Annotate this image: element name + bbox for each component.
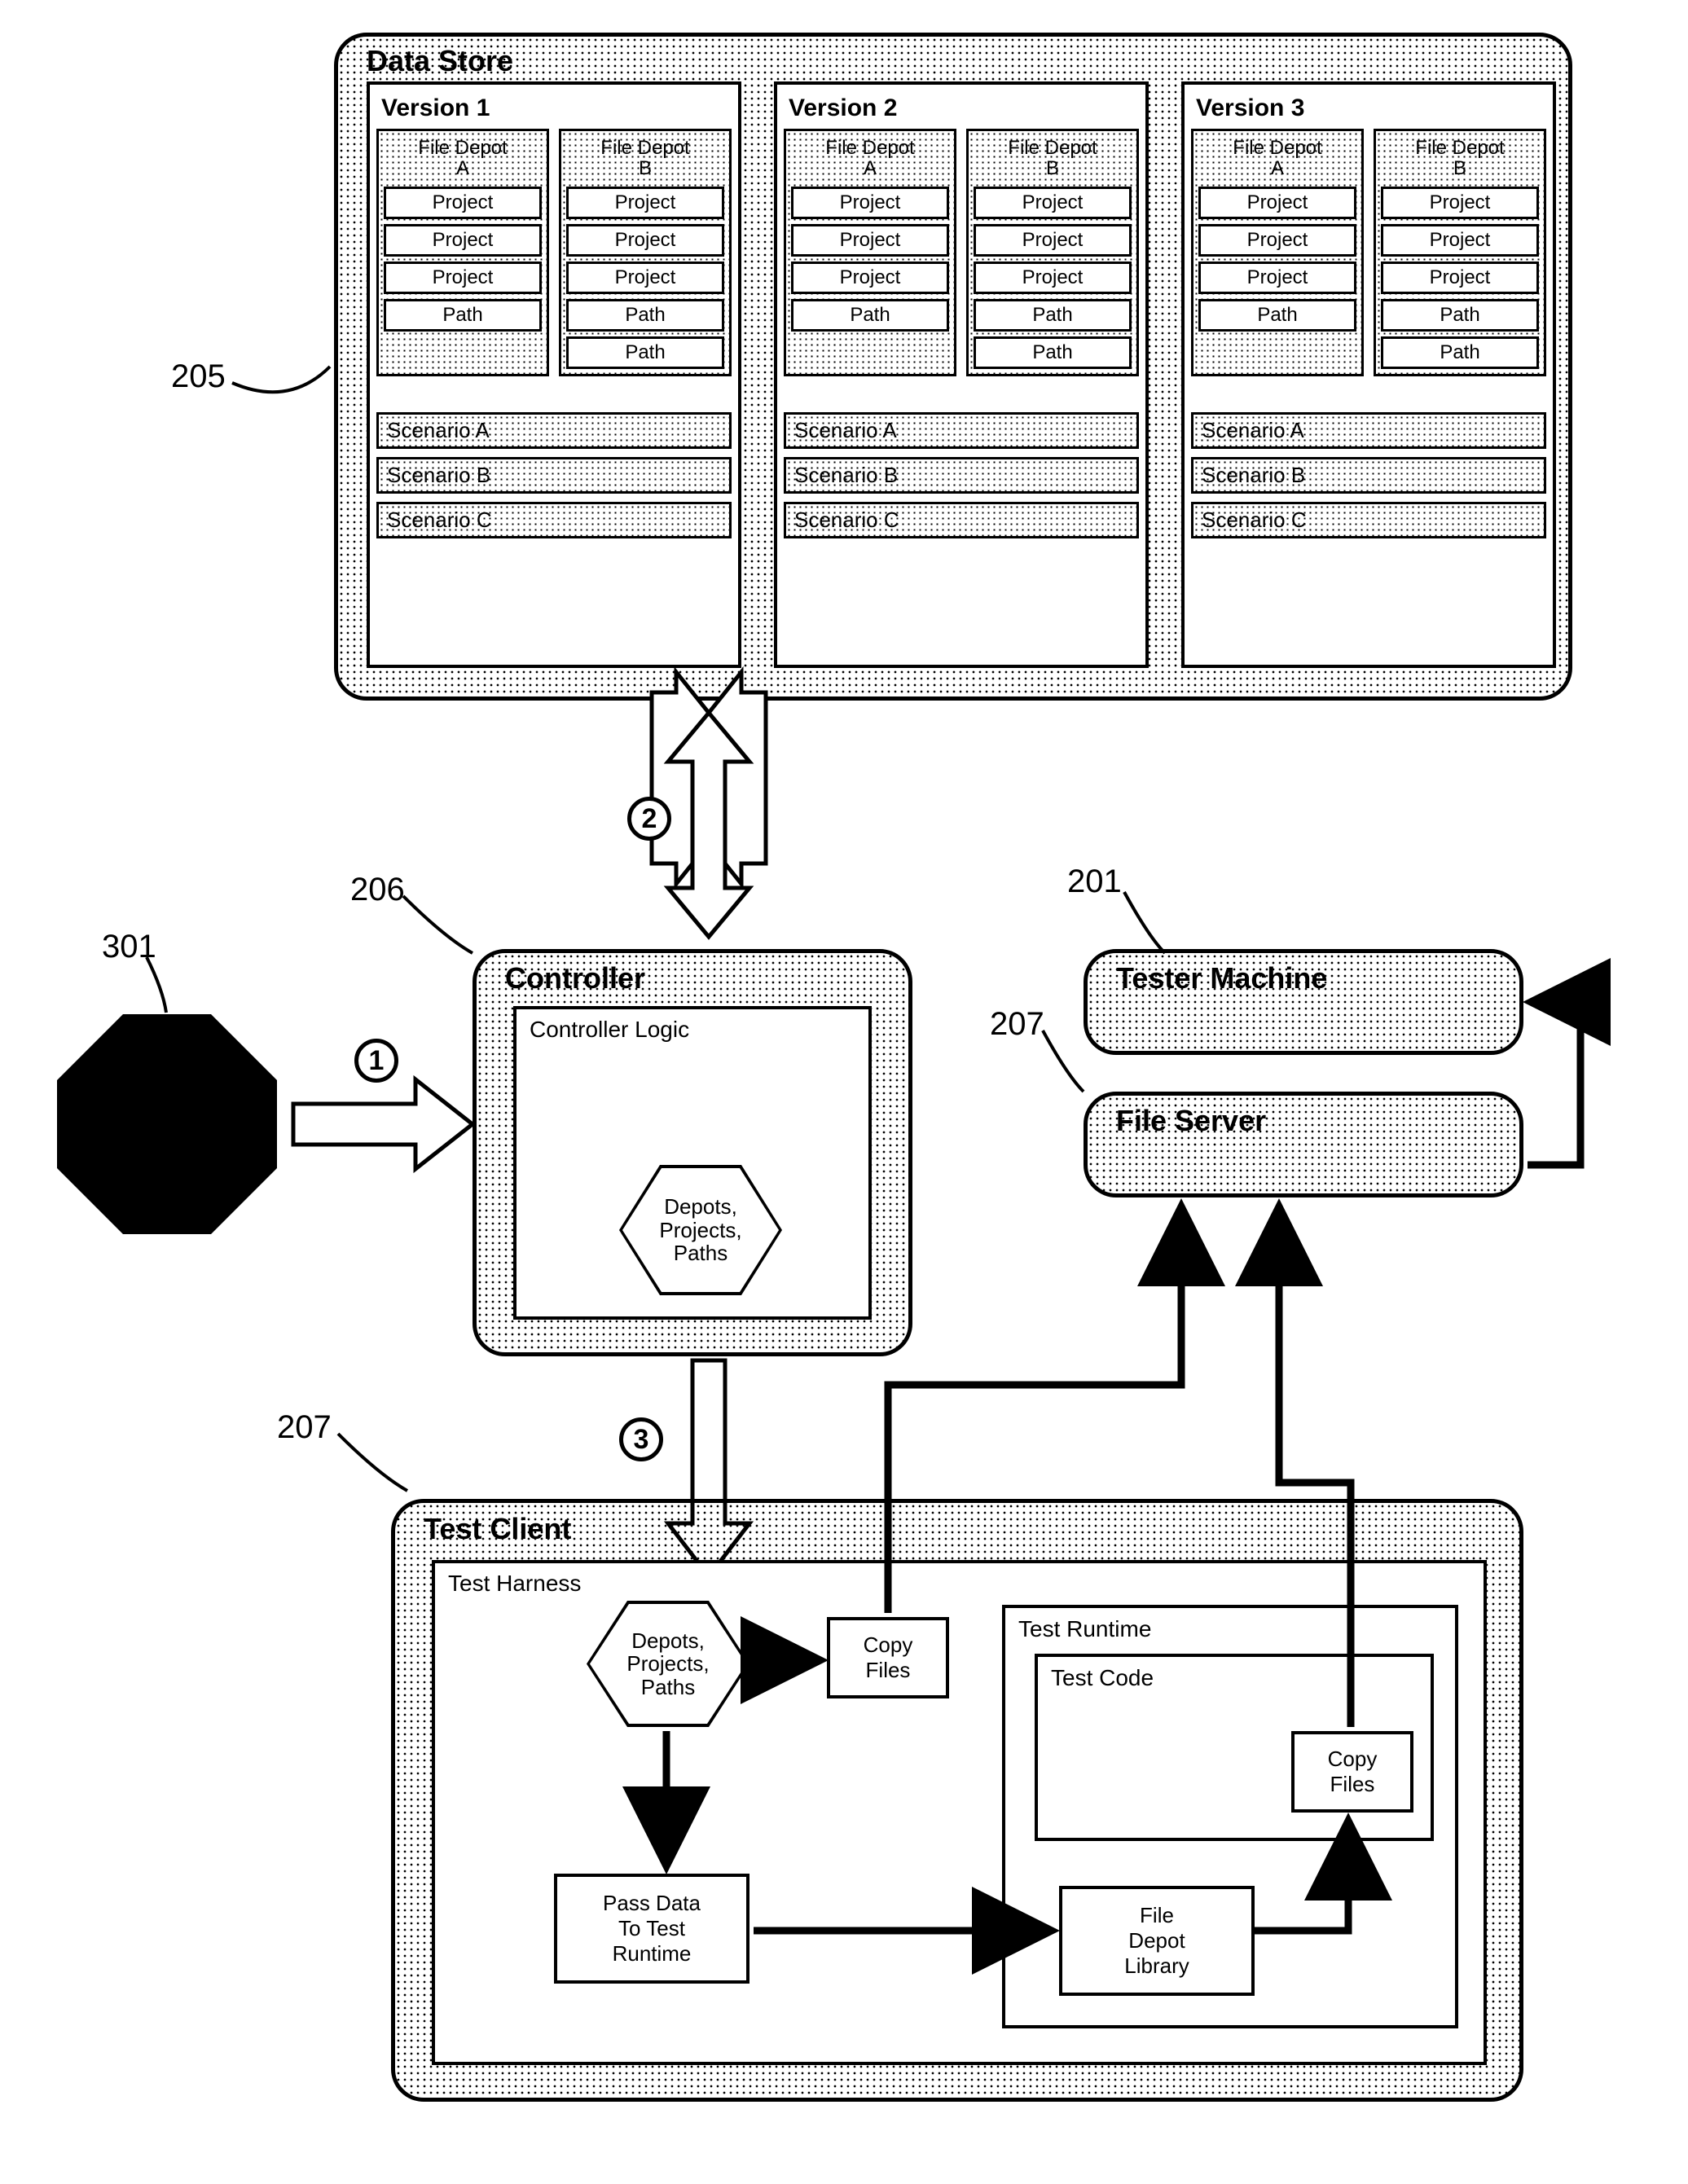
file-depot-box: File Depot A Project Project Project Path — [376, 129, 549, 376]
pass-data-box: Pass Data To Test Runtime — [554, 1874, 749, 1984]
file-depot-title: File Depot B — [974, 136, 1132, 182]
file-depot-box: File Depot A Project Project Project Path — [1191, 129, 1364, 376]
depot-item: Path — [1198, 299, 1356, 332]
scenario-row: Scenario C — [1191, 502, 1546, 538]
ref-201: 201 — [1067, 863, 1122, 900]
scenario-row: Scenario B — [1191, 457, 1546, 494]
ref-205: 205 — [171, 358, 226, 395]
step-1-badge: 1 — [354, 1039, 398, 1083]
trigger-octagon: Run Version 2 of Scenario B — [57, 1014, 277, 1234]
depot-item: Project — [791, 261, 949, 294]
scenario-row: Scenario C — [784, 502, 1139, 538]
depot-item: Project — [1198, 187, 1356, 219]
scenario-row: Scenario A — [784, 412, 1139, 449]
ref-207a: 207 — [990, 1006, 1044, 1043]
data-store-title: Data Store — [367, 44, 513, 78]
depot-item: Project — [1198, 224, 1356, 257]
file-depot-box: File Depot A Project Project Project Path — [784, 129, 956, 376]
depot-item: Project — [1381, 261, 1539, 294]
depot-item: Path — [1381, 299, 1539, 332]
depot-item: Project — [566, 224, 724, 257]
ref-301: 301 — [102, 929, 156, 965]
file-depot-title: File Depot A — [1198, 136, 1356, 182]
depot-item: Project — [384, 187, 542, 219]
depot-item: Project — [566, 261, 724, 294]
depot-item: Project — [1381, 224, 1539, 257]
file-depot-box: File Depot B Project Project Project Path Pat… — [1374, 129, 1546, 376]
depot-item: Project — [384, 261, 542, 294]
file-depot-title: File Depot A — [791, 136, 949, 182]
file-depot-box: File Depot B Project Project Project Path Pat… — [559, 129, 732, 376]
scenario-row: Scenario B — [784, 457, 1139, 494]
depot-item: Project — [1198, 261, 1356, 294]
test-code-title: Test Code — [1051, 1665, 1154, 1691]
version-box: Version 2 File Depot A Project Project Proje… — [774, 81, 1149, 668]
depot-item: Path — [566, 299, 724, 332]
depot-item: Project — [566, 187, 724, 219]
ref-207b: 207 — [277, 1409, 332, 1446]
depot-item: Path — [974, 299, 1132, 332]
depot-item: Path — [791, 299, 949, 332]
depot-item: Project — [791, 187, 949, 219]
depot-item: Path — [1381, 336, 1539, 369]
file-depot-box: File Depot B Project Project Project Path Pat… — [966, 129, 1139, 376]
test-client-title: Test Client — [424, 1512, 571, 1546]
scenario-row: Scenario A — [376, 412, 732, 449]
tester-machine-title: Tester Machine — [1116, 961, 1327, 995]
scenario-row: Scenario A — [1191, 412, 1546, 449]
depot-item: Project — [974, 187, 1132, 219]
file-depot-title: File Depot B — [566, 136, 724, 182]
depot-item: Project — [791, 224, 949, 257]
step-3-badge: 3 — [619, 1417, 663, 1461]
depot-item: Project — [974, 261, 1132, 294]
version-title: Version 1 — [381, 94, 732, 122]
file-server-title: File Server — [1116, 1104, 1266, 1138]
test-harness-title: Test Harness — [448, 1571, 581, 1597]
depot-item: Path — [566, 336, 724, 369]
copy-files-2-box: Copy Files — [1291, 1731, 1413, 1813]
file-depot-library-box: File Depot Library — [1059, 1886, 1255, 1996]
depot-item: Path — [384, 299, 542, 332]
file-depot-title: File Depot B — [1381, 136, 1539, 182]
scenario-row: Scenario B — [376, 457, 732, 494]
scenario-row: Scenario C — [376, 502, 732, 538]
depot-item: Project — [1381, 187, 1539, 219]
version-title: Version 2 — [789, 94, 1139, 122]
controller-title: Controller — [505, 961, 645, 995]
test-runtime-title: Test Runtime — [1018, 1616, 1151, 1642]
version-box: Version 3 File Depot A Project Project Proje… — [1181, 81, 1556, 668]
diagram-canvas: Data Store Version 1 File Depot A Project P… — [33, 33, 1655, 2151]
ref-206: 206 — [350, 872, 405, 908]
file-depot-title: File Depot A — [384, 136, 542, 182]
depot-item: Project — [974, 224, 1132, 257]
controller-logic-title: Controller Logic — [530, 1017, 689, 1043]
version-box: Version 1 File Depot A Project Project Proje… — [367, 81, 741, 668]
depot-item: Project — [384, 224, 542, 257]
depot-item: Path — [974, 336, 1132, 369]
version-title: Version 3 — [1196, 94, 1546, 122]
copy-files-1-box: Copy Files — [827, 1617, 949, 1698]
step-2-badge: 2 — [627, 797, 671, 841]
